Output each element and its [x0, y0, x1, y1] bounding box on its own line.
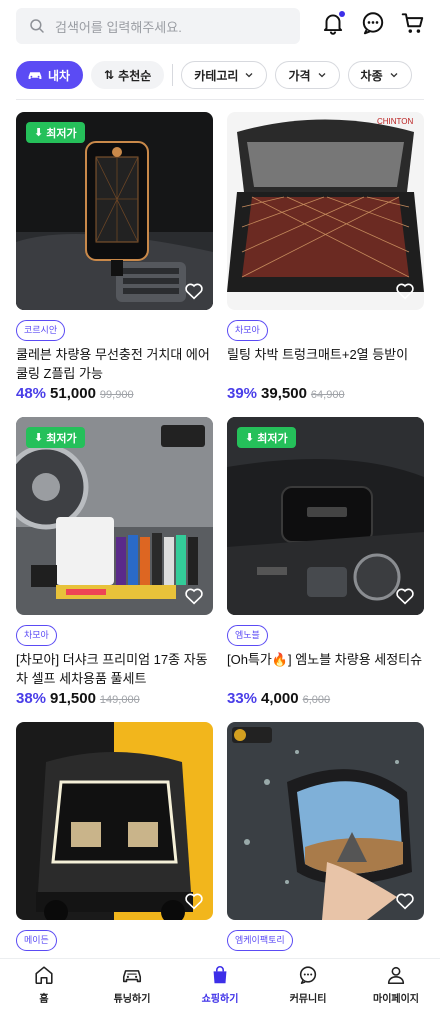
product-card[interactable]: CHINTON 차모아 릴팅 차박 트렁크매트+2열 등받이 39% 39,50…: [227, 112, 424, 402]
product-card[interactable]: ⬇ 최저가 엠노블 [Oh특가🔥] 엠노블 차량용 세정티슈 33% 4,000 …: [227, 417, 424, 707]
filter-car-type[interactable]: 차종: [347, 61, 412, 89]
sort-icon: ⇅: [104, 68, 115, 82]
filter-separator: [16, 99, 424, 100]
price-row: 38% 91,500 149,000: [16, 690, 213, 707]
sale-price: 91,500: [50, 690, 96, 707]
chat-bubble-icon: [299, 966, 317, 985]
brand-tag[interactable]: 차모아: [16, 625, 57, 646]
product-card[interactable]: 메이든: [16, 722, 213, 951]
home-icon: [35, 966, 53, 985]
bottom-navigation: 홈 튜닝하기 쇼핑하기 커뮤니티 마이페이지: [0, 958, 440, 1010]
car-icon: [122, 970, 142, 983]
sort-button[interactable]: ⇅ 추천순: [91, 61, 165, 89]
nav-tuning[interactable]: 튜닝하기: [88, 959, 176, 1010]
sort-label: 추천순: [118, 68, 152, 83]
brand-tag[interactable]: 엠케이팩토리: [227, 930, 293, 951]
original-price: 6,000: [302, 694, 331, 706]
product-name[interactable]: [Oh특가🔥] 엠노블 차량용 세정티슈: [227, 650, 424, 688]
product-card[interactable]: ⬇ 최저가 코르시안 쿨레븐 차량용 무선충전 거치대 에어 쿨링 Z플립 가능 …: [16, 112, 213, 402]
product-card[interactable]: ⬇ 최저가 차모아 [차모아] 더샤크 프리미엄 17종 자동차 셀프 세차용품 …: [16, 417, 213, 707]
sale-price: 39,500: [261, 385, 307, 402]
badge-label: 최저가: [257, 432, 288, 445]
nav-home[interactable]: 홈: [0, 959, 88, 1010]
heart-icon[interactable]: [394, 890, 416, 912]
sale-price: 4,000: [261, 690, 299, 707]
lowest-price-badge: ⬇ 최저가: [26, 122, 85, 143]
chevron-down-icon: [318, 73, 326, 78]
nav-label: 쇼핑하기: [201, 994, 239, 1005]
chat-icon[interactable]: [360, 10, 386, 36]
filter-category[interactable]: 카테고리: [181, 61, 268, 89]
chevron-down-icon: [245, 73, 253, 78]
brand-tag[interactable]: 엠노블: [227, 625, 268, 646]
product-image[interactable]: ⬇ 최저가: [16, 417, 213, 615]
shopping-bag-icon: [213, 966, 227, 984]
product-name[interactable]: 쿨레븐 차량용 무선충전 거치대 에어 쿨링 Z플립 가능: [16, 345, 213, 383]
heart-icon[interactable]: [183, 890, 205, 912]
discount-rate: 38%: [16, 690, 47, 707]
product-image[interactable]: ⬇ 최저가: [16, 112, 213, 310]
price-row: 48% 51,000 99,900: [16, 385, 213, 402]
brand-tag[interactable]: 메이든: [16, 930, 57, 951]
filter-label: 가격: [288, 68, 311, 83]
nav-label: 커뮤니티: [289, 994, 327, 1005]
arrow-down-icon: ⬇: [34, 432, 44, 444]
nav-label: 홈: [39, 994, 49, 1005]
arrow-down-icon: ⬇: [245, 432, 255, 444]
original-price: 149,000: [99, 694, 140, 706]
filter-my-car[interactable]: 내차: [16, 61, 84, 89]
nav-shopping[interactable]: 쇼핑하기: [176, 959, 264, 1010]
price-row: 39% 39,500 64,900: [227, 385, 424, 402]
discount-rate: 39%: [227, 385, 258, 402]
price-row: 33% 4,000 6,000: [227, 690, 424, 707]
discount-rate: 48%: [16, 385, 47, 402]
heart-icon[interactable]: [394, 585, 416, 607]
notification-dot: [339, 11, 345, 17]
original-price: 99,900: [99, 389, 134, 401]
badge-label: 최저가: [46, 432, 77, 445]
nav-label: 마이페이지: [373, 994, 419, 1005]
chinton-logo: CHINTON: [377, 117, 414, 126]
chevron-down-icon: [390, 73, 398, 78]
nav-my-page[interactable]: 마이페이지: [352, 959, 440, 1010]
filter-label: 카테고리: [194, 68, 239, 83]
search-bar[interactable]: 검색어를 입력해주세요.: [16, 8, 300, 44]
heart-icon[interactable]: [183, 585, 205, 607]
product-image[interactable]: ⬇ 최저가: [227, 417, 424, 615]
product-card[interactable]: 엠케이팩토리: [227, 722, 424, 951]
filter-price[interactable]: 가격: [275, 61, 340, 89]
product-name[interactable]: 릴팅 차박 트렁크매트+2열 등받이: [227, 345, 424, 383]
product-name[interactable]: [차모아] 더샤크 프리미엄 17종 자동차 셀프 세차용품 풀세트: [16, 650, 213, 688]
search-placeholder: 검색어를 입력해주세요.: [55, 19, 182, 35]
car-icon: [28, 72, 42, 79]
brand-tag[interactable]: 차모아: [227, 320, 268, 341]
lowest-price-badge: ⬇ 최저가: [237, 427, 296, 448]
sale-price: 51,000: [50, 385, 96, 402]
search-icon: [30, 19, 44, 33]
user-icon: [387, 966, 405, 985]
filter-label: 차종: [360, 68, 383, 83]
notification-bell-icon[interactable]: [320, 10, 346, 36]
heart-icon[interactable]: [183, 280, 205, 302]
nav-community[interactable]: 커뮤니티: [264, 959, 352, 1010]
filter-bar: 내차 ⇅ 추천순 카테고리 가격 차종: [16, 60, 412, 90]
original-price: 64,900: [310, 389, 345, 401]
product-image[interactable]: [227, 722, 424, 920]
heart-icon[interactable]: [394, 280, 416, 302]
badge-label: 최저가: [46, 127, 77, 140]
brand-tag[interactable]: 코르시안: [16, 320, 66, 341]
filter-label: 내차: [48, 68, 71, 83]
discount-rate: 33%: [227, 690, 258, 707]
arrow-down-icon: ⬇: [34, 127, 44, 139]
nav-label: 튜닝하기: [113, 994, 151, 1005]
cart-icon[interactable]: [400, 10, 426, 36]
product-image[interactable]: CHINTON: [227, 112, 424, 310]
filter-divider: [172, 64, 174, 86]
app-header: 검색어를 입력해주세요.: [0, 0, 440, 52]
lowest-price-badge: ⬇ 최저가: [26, 427, 85, 448]
product-image[interactable]: [16, 722, 213, 920]
